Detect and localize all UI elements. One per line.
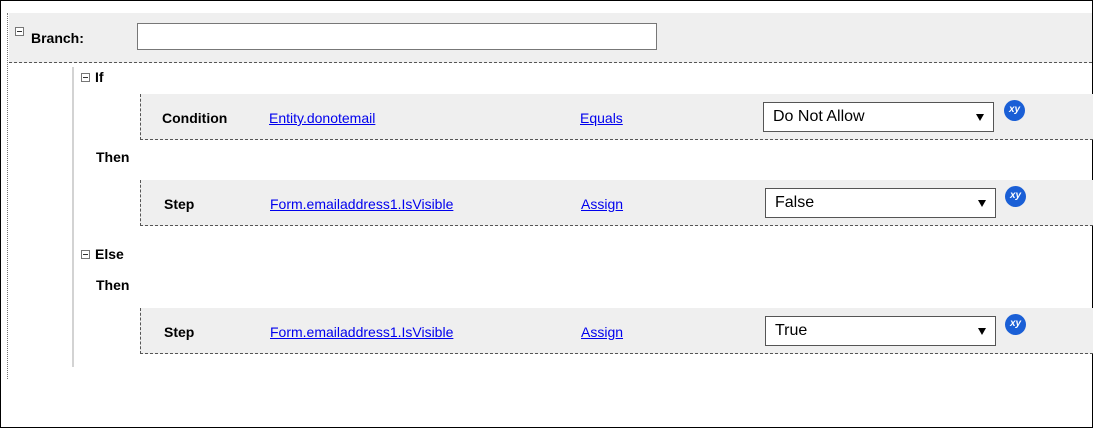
dropdown-arrow-icon [978, 200, 986, 207]
if-step-field-link[interactable]: Form.emailaddress1.IsVisible [270, 196, 453, 212]
dropdown-arrow-icon [978, 328, 986, 335]
xy-variable-icon[interactable]: xy [1005, 314, 1026, 335]
if-label: If [95, 69, 104, 85]
if-step-value-select[interactable]: False [765, 188, 996, 218]
if-step-operator-link[interactable]: Assign [581, 196, 623, 212]
else-step-value-select[interactable]: True [765, 316, 996, 346]
condition-field-link[interactable]: Entity.donotemail [269, 110, 375, 126]
xy-variable-icon[interactable]: xy [1005, 186, 1026, 207]
branch-collapse-toggle[interactable] [15, 27, 24, 36]
if-else-guide-line [72, 67, 74, 367]
condition-value-text: Do Not Allow [773, 108, 865, 125]
branch-name-input[interactable] [137, 23, 657, 50]
xy-variable-icon[interactable]: xy [1004, 100, 1025, 121]
else-step-field-link[interactable]: Form.emailaddress1.IsVisible [270, 324, 453, 340]
branch-guide-line [7, 13, 8, 379]
else-label: Else [95, 246, 124, 262]
condition-value-select[interactable]: Do Not Allow [763, 102, 994, 132]
dropdown-arrow-icon [976, 114, 984, 121]
if-collapse-toggle[interactable] [81, 73, 90, 82]
if-step-value-text: False [775, 194, 815, 211]
else-step-label: Step [164, 324, 195, 340]
condition-label: Condition [162, 110, 228, 126]
else-step-value-text: True [775, 322, 808, 339]
branch-label: Branch: [31, 30, 84, 46]
else-collapse-toggle[interactable] [81, 250, 90, 259]
condition-operator-link[interactable]: Equals [580, 110, 623, 126]
else-step-operator-link[interactable]: Assign [581, 324, 623, 340]
if-then-label: Then [96, 149, 130, 165]
else-then-label: Then [96, 277, 130, 293]
if-step-label: Step [164, 196, 195, 212]
